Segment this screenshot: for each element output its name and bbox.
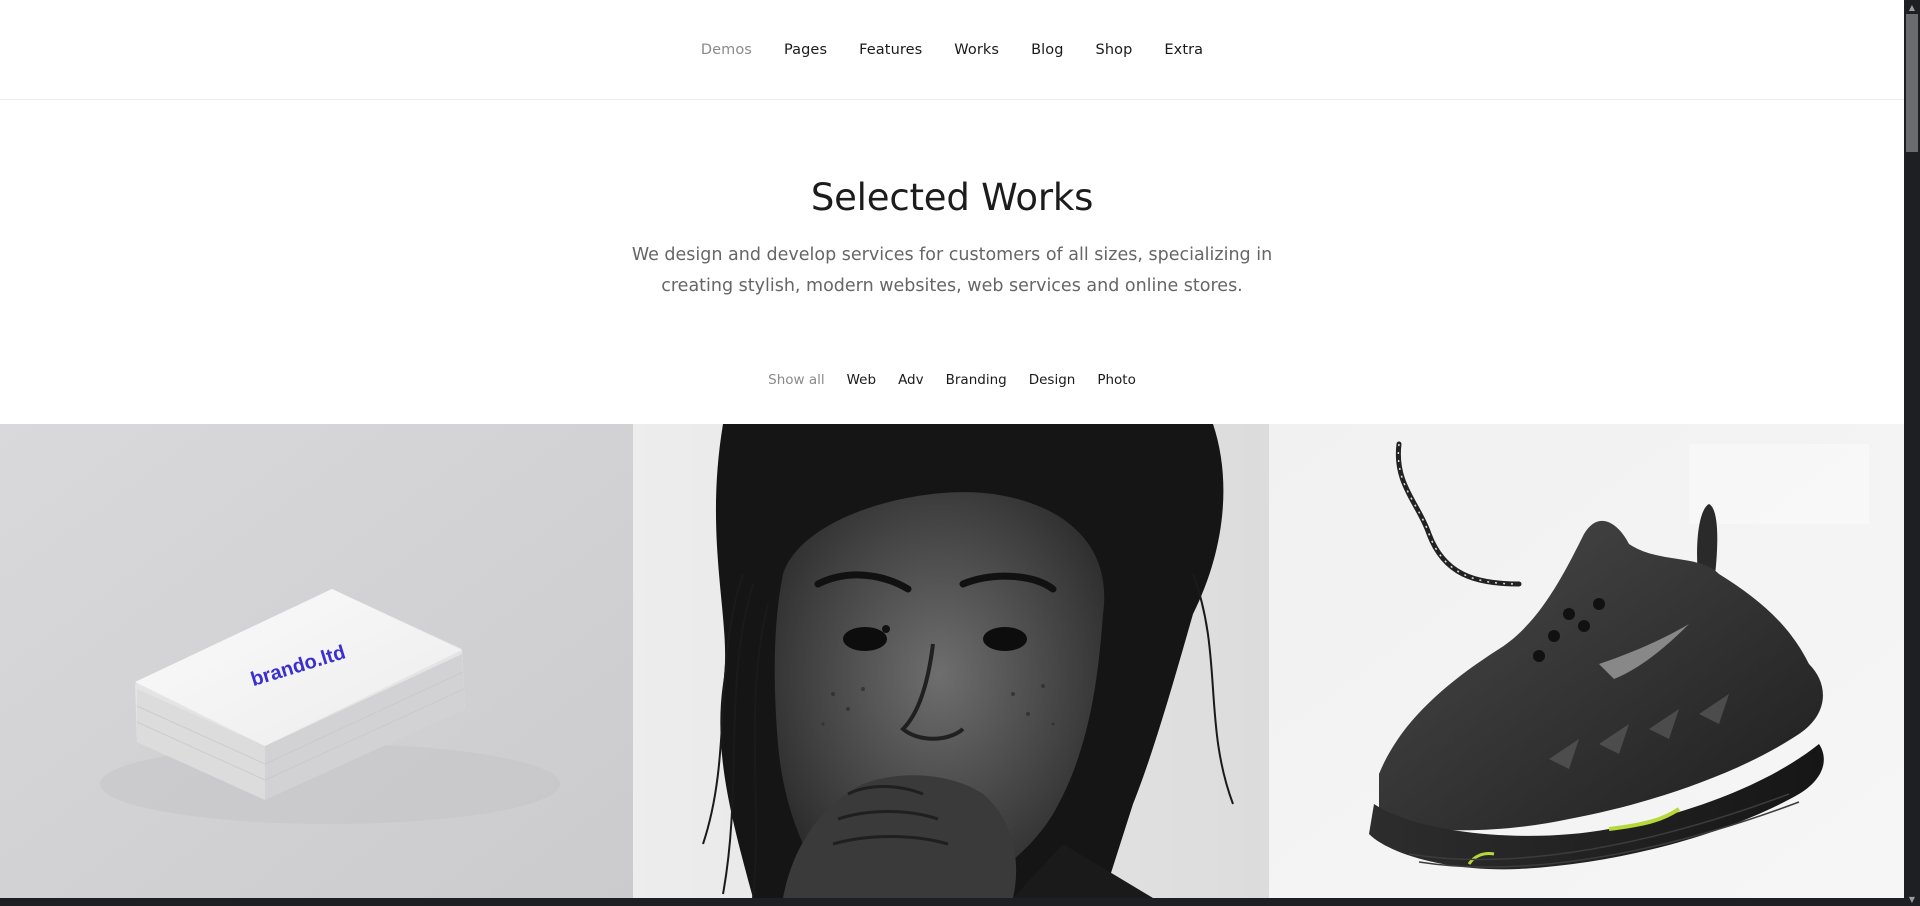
nav-item-works[interactable]: Works <box>954 42 999 58</box>
filter-show-all[interactable]: Show all <box>768 372 825 388</box>
sneaker-image <box>1269 424 1904 898</box>
nav-item-pages[interactable]: Pages <box>784 42 827 58</box>
filter-web[interactable]: Web <box>847 372 876 388</box>
portfolio-item-sneaker[interactable] <box>1269 424 1904 898</box>
main-nav: Demos Pages Features Works Blog Shop Ext… <box>0 0 1904 100</box>
portfolio-gallery: brando.ltd <box>0 424 1904 898</box>
nav-item-extra[interactable]: Extra <box>1164 42 1203 58</box>
scroll-down-arrow-icon[interactable]: ▼ <box>1904 892 1920 906</box>
page-title: Selected Works <box>810 176 1094 219</box>
scrollbar-thumb[interactable] <box>1906 14 1918 152</box>
portfolio-filters: Show all Web Adv Branding Design Photo <box>0 372 1904 388</box>
filter-photo[interactable]: Photo <box>1097 372 1136 388</box>
page-subtitle: We design and develop services for custo… <box>631 245 1273 296</box>
portrait-image <box>633 424 1269 898</box>
filter-adv[interactable]: Adv <box>898 372 924 388</box>
nav-item-demos[interactable]: Demos <box>701 42 752 58</box>
business-cards-image: brando.ltd <box>0 424 633 898</box>
bottom-edge <box>0 898 1904 906</box>
scroll-up-arrow-icon[interactable]: ▲ <box>1904 0 1920 14</box>
page-scrollbar[interactable]: ▲ ▼ <box>1904 0 1920 906</box>
filter-branding[interactable]: Branding <box>946 372 1007 388</box>
nav-item-features[interactable]: Features <box>859 42 922 58</box>
site-header: Demos Pages Features Works Blog Shop Ext… <box>0 0 1904 100</box>
nav-item-blog[interactable]: Blog <box>1031 42 1063 58</box>
filter-design[interactable]: Design <box>1029 372 1076 388</box>
page: Demos Pages Features Works Blog Shop Ext… <box>0 0 1904 906</box>
nav-item-shop[interactable]: Shop <box>1096 42 1133 58</box>
portfolio-item-portrait[interactable] <box>633 424 1269 898</box>
portfolio-item-business-cards[interactable]: brando.ltd <box>0 424 633 898</box>
